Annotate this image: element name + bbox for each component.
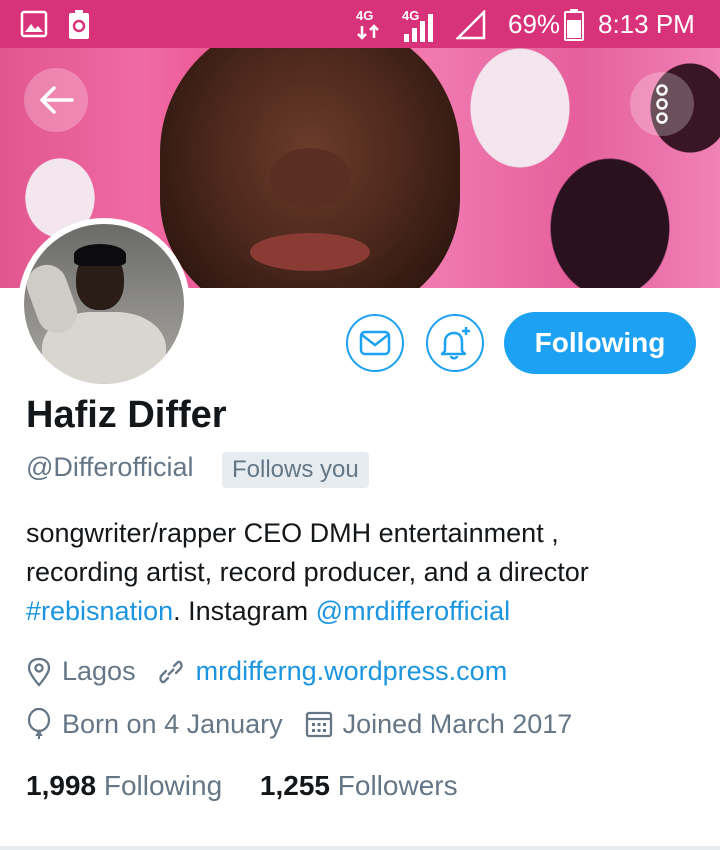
joined-text: Joined March 2017 <box>342 708 573 739</box>
clock: 8:13 PM <box>598 9 695 39</box>
avatar[interactable] <box>18 218 190 390</box>
envelope-icon <box>359 330 391 356</box>
back-button[interactable] <box>24 68 88 132</box>
arrow-left-icon <box>40 86 74 114</box>
header-photo-face <box>160 48 460 288</box>
status-bar: 4G 4G 69% 8:13 PM <box>0 0 720 48</box>
birthday-joined-row: Born on 4 January Joined March 2017 <box>26 708 572 740</box>
mention-link[interactable]: @mrdifferofficial <box>316 596 510 626</box>
gallery-notification-icon <box>20 10 48 38</box>
network-type-1: 4G <box>356 8 374 23</box>
notifications-button[interactable] <box>426 314 484 372</box>
following-button[interactable]: Following <box>504 312 696 374</box>
followers-label: Followers <box>337 770 458 801</box>
bio-instagram-text: . Instagram <box>173 596 316 626</box>
followers-count-link[interactable]: 1,255 Followers <box>260 770 458 801</box>
bio-line-3: #rebisnation. Instagram @mrdifferofficia… <box>26 592 706 631</box>
battery-saver-notification-icon <box>69 10 89 39</box>
website-link[interactable]: mrdifferng.wordpress.com <box>196 656 508 687</box>
followers-count: 1,255 <box>259 770 330 801</box>
message-button[interactable] <box>346 314 404 372</box>
follows-you-badge: Follows you <box>222 452 369 488</box>
following-count: 1,998 <box>26 770 97 801</box>
signal-empty-icon <box>456 10 486 40</box>
divider <box>0 846 720 850</box>
signal-strength-icon <box>404 14 433 42</box>
calendar-icon <box>305 711 332 738</box>
location-pin-icon <box>27 657 51 687</box>
battery-percent: 69% <box>508 9 561 39</box>
bio-line-1: songwriter/rapper CEO DMH entertainment … <box>26 518 559 548</box>
link-icon <box>158 660 183 683</box>
avatar-hair <box>74 244 126 266</box>
hashtag-link[interactable]: #rebisnation <box>26 596 173 626</box>
following-count-link[interactable]: 1,998 Following <box>26 770 222 801</box>
handle: @Differofficial <box>26 452 194 482</box>
following-label: Following <box>103 770 223 801</box>
bio-line-2: recording artist, record producer, and a… <box>26 557 589 587</box>
more-options-button[interactable] <box>630 72 694 136</box>
battery-icon <box>564 9 584 41</box>
header-photo-mouth <box>250 233 370 271</box>
data-arrows-icon <box>357 24 379 40</box>
vertical-dots-icon <box>656 84 668 124</box>
location-website-row: Lagos mrdifferng.wordpress.com <box>26 656 507 687</box>
bell-plus-icon <box>440 327 470 360</box>
display-name: Hafiz Differ <box>26 394 227 436</box>
avatar-photo <box>24 224 184 384</box>
balloon-icon <box>27 708 51 739</box>
header-photo-nose <box>270 148 350 208</box>
bio: songwriter/rapper CEO DMH entertainment … <box>26 514 706 631</box>
location-text: Lagos <box>62 656 136 686</box>
birthday-text: Born on 4 January <box>62 708 283 739</box>
follow-counts: 1,998 Following 1,255 Followers <box>26 770 458 802</box>
